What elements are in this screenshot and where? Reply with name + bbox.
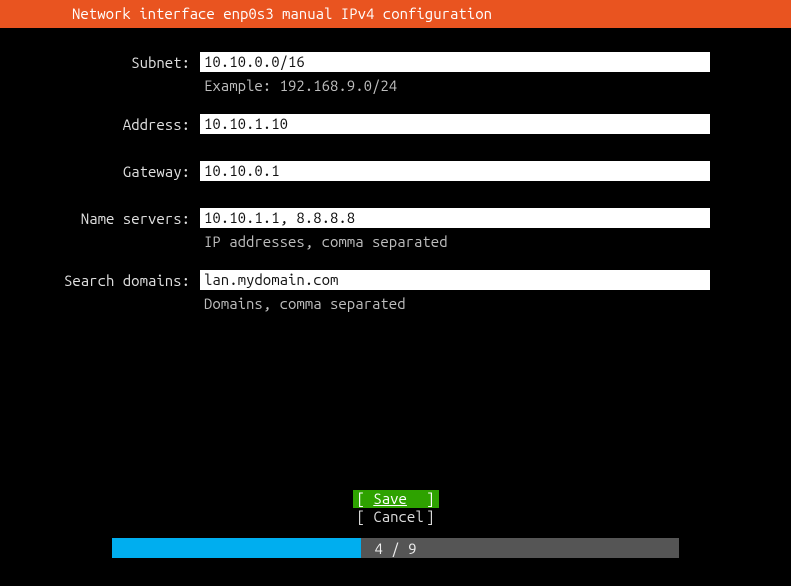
input-searchdomains[interactable] — [200, 270, 710, 290]
page-title: Network interface enp0s3 manual IPv4 con… — [72, 5, 492, 22]
label-nameservers: Name servers: — [0, 208, 200, 229]
field-searchdomains: Search domains: — [0, 270, 791, 291]
field-gateway: Gateway: — [0, 161, 791, 182]
label-searchdomains: Search domains: — [0, 270, 200, 291]
field-subnet: Subnet: — [0, 52, 791, 73]
progress-bar: 4 / 9 — [112, 538, 679, 558]
button-area: [ Save] [ Cancel] — [0, 490, 791, 526]
label-gateway: Gateway: — [0, 161, 200, 182]
input-gateway[interactable] — [200, 161, 710, 181]
progress-label: 4 / 9 — [374, 540, 416, 557]
field-address: Address: — [0, 114, 791, 135]
progress-fill — [112, 538, 361, 558]
cancel-button[interactable]: [ Cancel] — [353, 508, 439, 526]
form: Subnet: Example: 192.168.9.0/24 Address:… — [0, 28, 791, 312]
hint-nameservers: IP addresses, comma separated — [200, 233, 448, 250]
hint-subnet: Example: 192.168.9.0/24 — [200, 77, 397, 94]
save-button[interactable]: [ Save] — [353, 490, 439, 508]
cancel-label: Cancel — [373, 508, 423, 525]
input-nameservers[interactable] — [200, 208, 710, 228]
label-address: Address: — [0, 114, 200, 135]
label-subnet: Subnet: — [0, 52, 200, 73]
save-label: Save — [373, 490, 407, 507]
input-subnet[interactable] — [200, 52, 710, 72]
input-address[interactable] — [200, 114, 710, 134]
page-header: Network interface enp0s3 manual IPv4 con… — [0, 0, 791, 28]
hint-searchdomains: Domains, comma separated — [200, 295, 406, 312]
field-nameservers: Name servers: — [0, 208, 791, 229]
